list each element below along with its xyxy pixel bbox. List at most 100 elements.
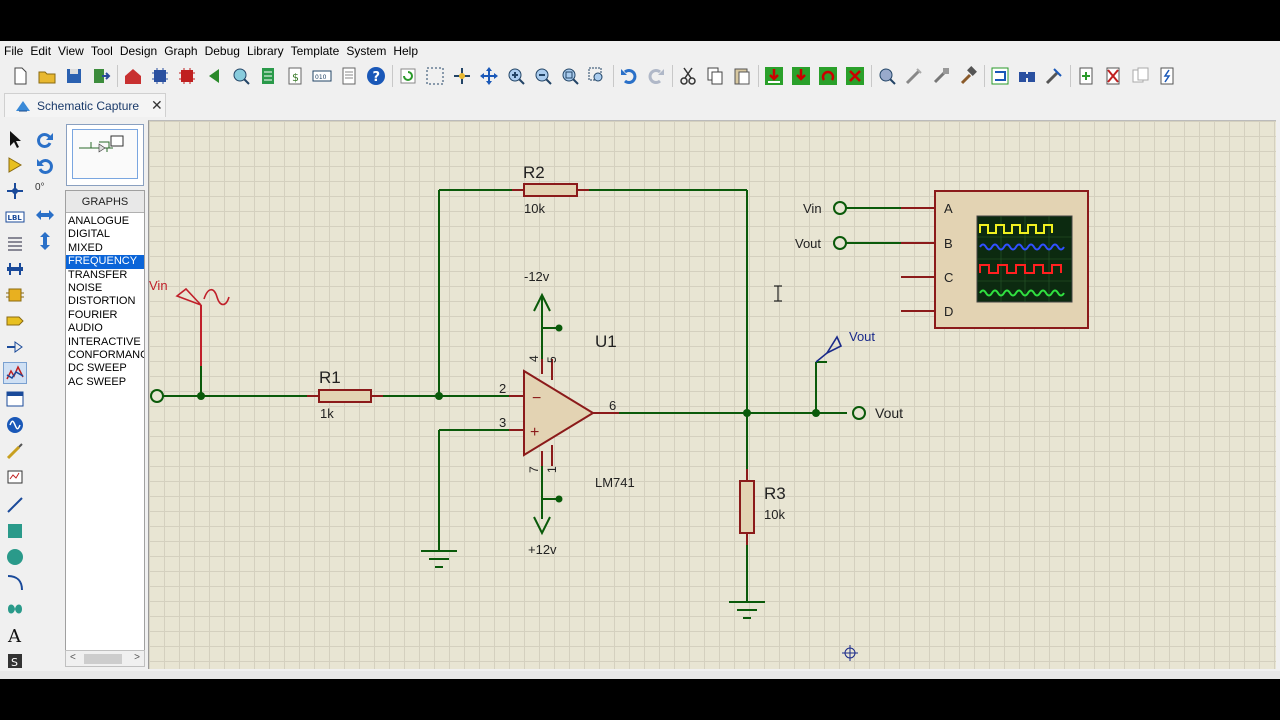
junction-dot-icon[interactable]: [3, 180, 27, 202]
rotate-clockwise-icon[interactable]: [33, 129, 57, 151]
undo-icon[interactable]: [618, 65, 640, 87]
refresh-icon[interactable]: [397, 65, 419, 87]
rotate-anticlockwise-icon[interactable]: [33, 155, 57, 177]
menu-tool[interactable]: Tool: [91, 44, 113, 58]
component-mode-icon[interactable]: [3, 154, 27, 176]
path-tool-icon[interactable]: [3, 598, 27, 620]
graph-item-analogue[interactable]: ANALOGUE: [66, 215, 144, 228]
graph-item-frequency[interactable]: FREQUENCY: [66, 255, 144, 269]
ground-right[interactable]: [729, 601, 765, 619]
buses-icon[interactable]: [3, 258, 27, 280]
selection-mode-icon[interactable]: [3, 128, 27, 150]
menu-file[interactable]: File: [4, 44, 23, 58]
origin-icon[interactable]: [451, 65, 473, 87]
save-icon[interactable]: [63, 65, 85, 87]
ground-left[interactable]: [421, 549, 457, 568]
line-tool-icon[interactable]: [3, 494, 27, 516]
block-delete-icon[interactable]: [844, 65, 866, 87]
pcb-icon[interactable]: [149, 65, 171, 87]
make-device-icon[interactable]: [903, 65, 925, 87]
back-icon[interactable]: [203, 65, 225, 87]
exit-parent-icon[interactable]: [1129, 65, 1151, 87]
wire-autorouter-icon[interactable]: [989, 65, 1011, 87]
binary-icon[interactable]: 010: [311, 65, 333, 87]
netlist-icon[interactable]: [1156, 65, 1178, 87]
graph-item-transfer[interactable]: TRANSFER: [66, 269, 144, 282]
scroll-left-icon[interactable]: <: [70, 652, 76, 663]
open-folder-icon[interactable]: [36, 65, 58, 87]
circle-tool-icon[interactable]: [3, 546, 27, 568]
graph-item-digital[interactable]: DIGITAL: [66, 228, 144, 241]
block-move-icon[interactable]: [790, 65, 812, 87]
resistor-r1[interactable]: R1 1k: [307, 368, 383, 421]
schematic-canvas[interactable]: Vout R1 1k R2 10k R3 10k − + 2 3 6 4 5 7…: [148, 120, 1276, 669]
home-icon[interactable]: [122, 65, 144, 87]
tape-recorder-icon[interactable]: [3, 388, 27, 410]
voltage-probe-icon[interactable]: [3, 440, 27, 462]
paste-icon[interactable]: [731, 65, 753, 87]
output-terminal[interactable]: Vout: [852, 405, 903, 421]
supply-negative[interactable]: -12v: [524, 269, 551, 312]
graph-mode-icon[interactable]: [3, 362, 27, 384]
graph-item-conformance[interactable]: CONFORMANC: [66, 349, 144, 362]
zoom-window-icon[interactable]: [586, 65, 608, 87]
wire-label-icon[interactable]: LBL: [3, 206, 27, 228]
scroll-right-icon[interactable]: >: [134, 652, 140, 663]
virtual-instrument-icon[interactable]: [3, 466, 27, 488]
graph-item-audio[interactable]: AUDIO: [66, 322, 144, 335]
mirror-horizontal-icon[interactable]: [33, 204, 57, 226]
zoom-out-icon[interactable]: [532, 65, 554, 87]
tab-close-icon[interactable]: ✕: [151, 97, 163, 114]
supply-positive[interactable]: +12v: [528, 516, 557, 557]
graphs-horizontal-scrollbar[interactable]: < >: [65, 650, 145, 667]
generator-vin[interactable]: Vin: [149, 278, 230, 366]
graph-item-ac-sweep[interactable]: AC SWEEP: [66, 376, 144, 389]
graph-item-dc-sweep[interactable]: DC SWEEP: [66, 362, 144, 375]
cut-icon[interactable]: [677, 65, 699, 87]
tab-schematic-capture[interactable]: Schematic Capture ✕: [4, 93, 166, 117]
graph-item-distortion[interactable]: DISTORTION: [66, 295, 144, 308]
text-tool-icon[interactable]: A: [3, 624, 27, 646]
bom-icon[interactable]: [257, 65, 279, 87]
menu-view[interactable]: View: [58, 44, 84, 58]
pan-icon[interactable]: [478, 65, 500, 87]
input-terminal[interactable]: [150, 389, 164, 403]
menu-library[interactable]: Library: [247, 44, 284, 58]
chip-icon[interactable]: [176, 65, 198, 87]
redo-icon[interactable]: [645, 65, 667, 87]
menu-graph[interactable]: Graph: [164, 44, 197, 58]
menu-help[interactable]: Help: [393, 44, 418, 58]
block-copy-icon[interactable]: [763, 65, 785, 87]
generator-icon[interactable]: [3, 414, 27, 436]
zoom-all-icon[interactable]: [559, 65, 581, 87]
menu-edit[interactable]: Edit: [30, 44, 51, 58]
copy-icon[interactable]: [704, 65, 726, 87]
oscilloscope[interactable]: Vin Vout A B C D: [795, 190, 1089, 329]
graph-item-interactive[interactable]: INTERACTIVE: [66, 336, 144, 349]
menu-system[interactable]: System: [346, 44, 386, 58]
remove-sheet-icon[interactable]: [1102, 65, 1124, 87]
menu-design[interactable]: Design: [120, 44, 157, 58]
block-rotate-icon[interactable]: [817, 65, 839, 87]
search-tag-icon[interactable]: [1016, 65, 1038, 87]
import-icon[interactable]: [90, 65, 112, 87]
zoom-area-icon[interactable]: [230, 65, 252, 87]
resistor-r2[interactable]: R2 10k: [512, 163, 589, 216]
property-tool-icon[interactable]: [1043, 65, 1065, 87]
cost-icon[interactable]: $: [284, 65, 306, 87]
scroll-thumb[interactable]: [84, 654, 122, 664]
text-script-icon[interactable]: [3, 232, 27, 254]
overview-window[interactable]: [66, 124, 144, 186]
device-pins-icon[interactable]: [3, 336, 27, 358]
graph-item-mixed[interactable]: MIXED: [66, 242, 144, 255]
help-icon[interactable]: ?: [365, 65, 387, 87]
resistor-r3[interactable]: R3 10k: [739, 469, 786, 545]
package-tool-icon[interactable]: [930, 65, 952, 87]
terminals-icon[interactable]: [3, 310, 27, 332]
voltage-probe-vout[interactable]: Vout: [815, 329, 875, 363]
menu-template[interactable]: Template: [291, 44, 340, 58]
notes-icon[interactable]: [338, 65, 360, 87]
pick-device-icon[interactable]: [876, 65, 898, 87]
grid-icon[interactable]: [424, 65, 446, 87]
graph-item-noise[interactable]: NOISE: [66, 282, 144, 295]
